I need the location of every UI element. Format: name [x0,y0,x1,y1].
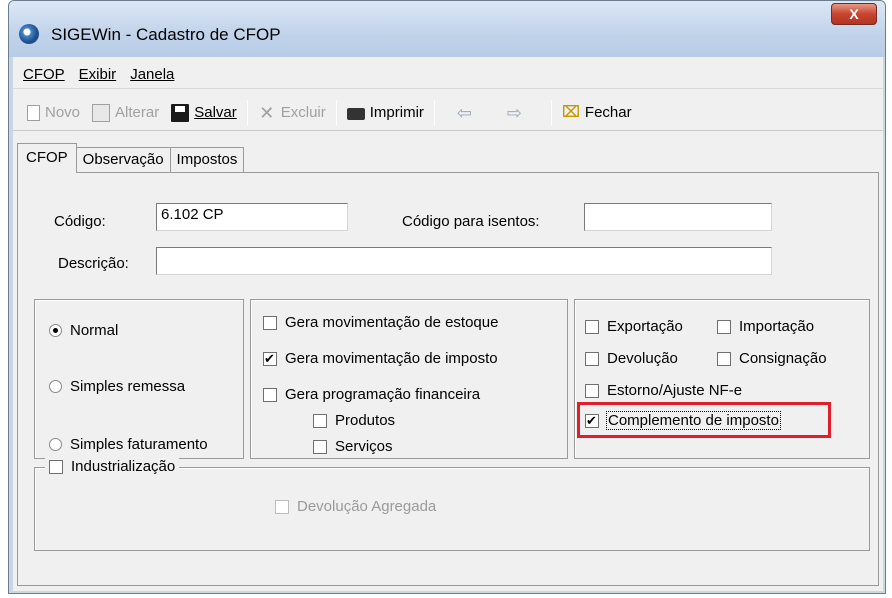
servicos-label: Serviços [335,438,393,455]
menu-exibir[interactable]: Exibir [79,66,117,83]
estorno-label: Estorno/Ajuste NF-e [607,382,743,399]
next-button[interactable]: ⇨ [497,98,547,128]
menu-bar: CFOP Exibir Janela [13,61,883,89]
gera-imposto-box[interactable] [263,350,277,368]
tab-strip: CFOP Observação Impostos [17,143,245,173]
highlight-box [577,402,831,438]
consignacao-label: Consignação [739,350,827,367]
gera-financeira-box[interactable] [263,387,277,402]
produtos-box[interactable] [313,413,327,428]
consignacao-checkbox[interactable]: Consignação [717,350,827,367]
menu-cfop[interactable]: CFOP [23,66,65,83]
imprimir-button[interactable]: Imprimir [341,98,430,128]
gera-estoque-checkbox[interactable]: Gera movimentação de estoque [263,314,498,331]
codigo-field[interactable]: 6.102 CP [156,203,348,231]
consignacao-box[interactable] [717,351,731,366]
close-button[interactable]: X [831,3,877,25]
tipo-group: Normal Simples remessa Simples faturamen… [34,299,244,459]
toolbar-separator [335,99,337,126]
gera-imposto-checkbox[interactable]: Gera movimentação de imposto [263,350,498,368]
produtos-label: Produtos [335,412,396,429]
devolucao-agregada-box[interactable] [275,499,289,514]
devolucao-box[interactable] [585,351,599,366]
excluir-button[interactable]: ✕ Excluir [252,98,332,128]
radio-simples-remessa[interactable]: Simples remessa [49,378,185,395]
gera-financeira-label: Gera programação financeira [285,386,481,403]
alterar-button[interactable]: Alterar [86,98,165,128]
arrow-right-icon: ⇨ [506,102,523,123]
devolucao-agregada-checkbox[interactable]: Devolução Agregada [275,498,436,515]
devolucao-checkbox[interactable]: Devolução [585,350,678,367]
radio-simples-remessa-label: Simples remessa [70,378,186,395]
radio-simples-faturamento[interactable]: Simples faturamento [49,436,208,453]
save-icon [171,103,190,122]
edit-icon [92,103,111,122]
industrializacao-label: Industrialização [71,458,176,475]
toolbar-separator [433,99,435,126]
movimentacao-group: Gera movimentação de estoque Gera movime… [250,299,568,459]
printer-icon [346,107,365,120]
toolbar-separator [246,99,248,126]
toolbar-separator [550,99,552,126]
gera-imposto-label: Gera movimentação de imposto [285,350,498,367]
importacao-checkbox[interactable]: Importação [717,318,814,335]
delete-icon: ✕ [259,102,275,123]
estorno-box[interactable] [585,383,599,398]
gera-financeira-checkbox[interactable]: Gera programação financeira [263,386,480,403]
tab-impostos[interactable]: Impostos [169,147,245,173]
descricao-field[interactable] [156,247,772,275]
exportacao-checkbox[interactable]: Exportação [585,318,683,335]
radio-simples-faturamento-label: Simples faturamento [70,436,208,453]
radio-normal[interactable]: Normal [49,322,118,339]
importacao-box[interactable] [717,319,731,334]
menu-janela[interactable]: Janela [130,66,174,83]
app-window: SIGEWin - Cadastro de CFOP X CFOP Exibir… [8,0,886,594]
fechar-button[interactable]: ⌧ Fechar [556,98,638,128]
codigo-isentos-field[interactable] [584,203,772,231]
descricao-label: Descrição: [58,255,129,272]
radio-normal-label: Normal [70,322,119,339]
window-title: SIGEWin - Cadastro de CFOP [51,25,281,44]
exportacao-label: Exportação [607,318,683,335]
produtos-checkbox[interactable]: Produtos [313,412,395,429]
client-area: CFOP Exibir Janela Novo Alterar Salvar ✕… [13,57,883,591]
previous-button[interactable]: ⇦ [439,98,497,128]
salvar-button[interactable]: Salvar [165,98,243,128]
devolucao-label: Devolução [607,350,678,367]
toolbar: Novo Alterar Salvar ✕ Excluir Imprimir ⇦… [13,95,883,131]
tab-observacao[interactable]: Observação [75,147,171,173]
title-bar[interactable]: SIGEWin - Cadastro de CFOP X [9,1,885,57]
industrializacao-checkbox[interactable]: Industrialização [45,458,180,475]
new-document-icon [27,104,40,121]
flags-group: Exportação Importação Devolução Consigna… [574,299,870,459]
devolucao-agregada-label: Devolução Agregada [297,498,437,515]
servicos-box[interactable] [313,439,327,454]
importacao-label: Importação [739,318,815,335]
gera-estoque-box[interactable] [263,315,277,330]
servicos-checkbox[interactable]: Serviços [313,438,393,455]
radio-simples-remessa-dot[interactable] [49,380,62,393]
estorno-checkbox[interactable]: Estorno/Ajuste NF-e [585,382,742,399]
codigo-isentos-label: Código para isentos: [402,213,540,230]
app-icon [19,24,39,44]
arrow-left-icon: ⇦ [456,102,473,123]
codigo-label: Código: [54,213,106,230]
radio-normal-dot[interactable] [49,324,62,337]
exportacao-box[interactable] [585,319,599,334]
gera-estoque-label: Gera movimentação de estoque [285,314,499,331]
novo-button[interactable]: Novo [21,98,86,128]
radio-simples-faturamento-dot[interactable] [49,438,62,451]
tab-panel-cfop: Código: 6.102 CP Código para isentos: De… [17,172,879,586]
close-door-icon: ⌧ [561,103,581,121]
tab-cfop[interactable]: CFOP [17,143,77,173]
industrializacao-box[interactable] [49,459,63,474]
industrializacao-group: Industrialização Devolução Agregada [34,458,870,551]
